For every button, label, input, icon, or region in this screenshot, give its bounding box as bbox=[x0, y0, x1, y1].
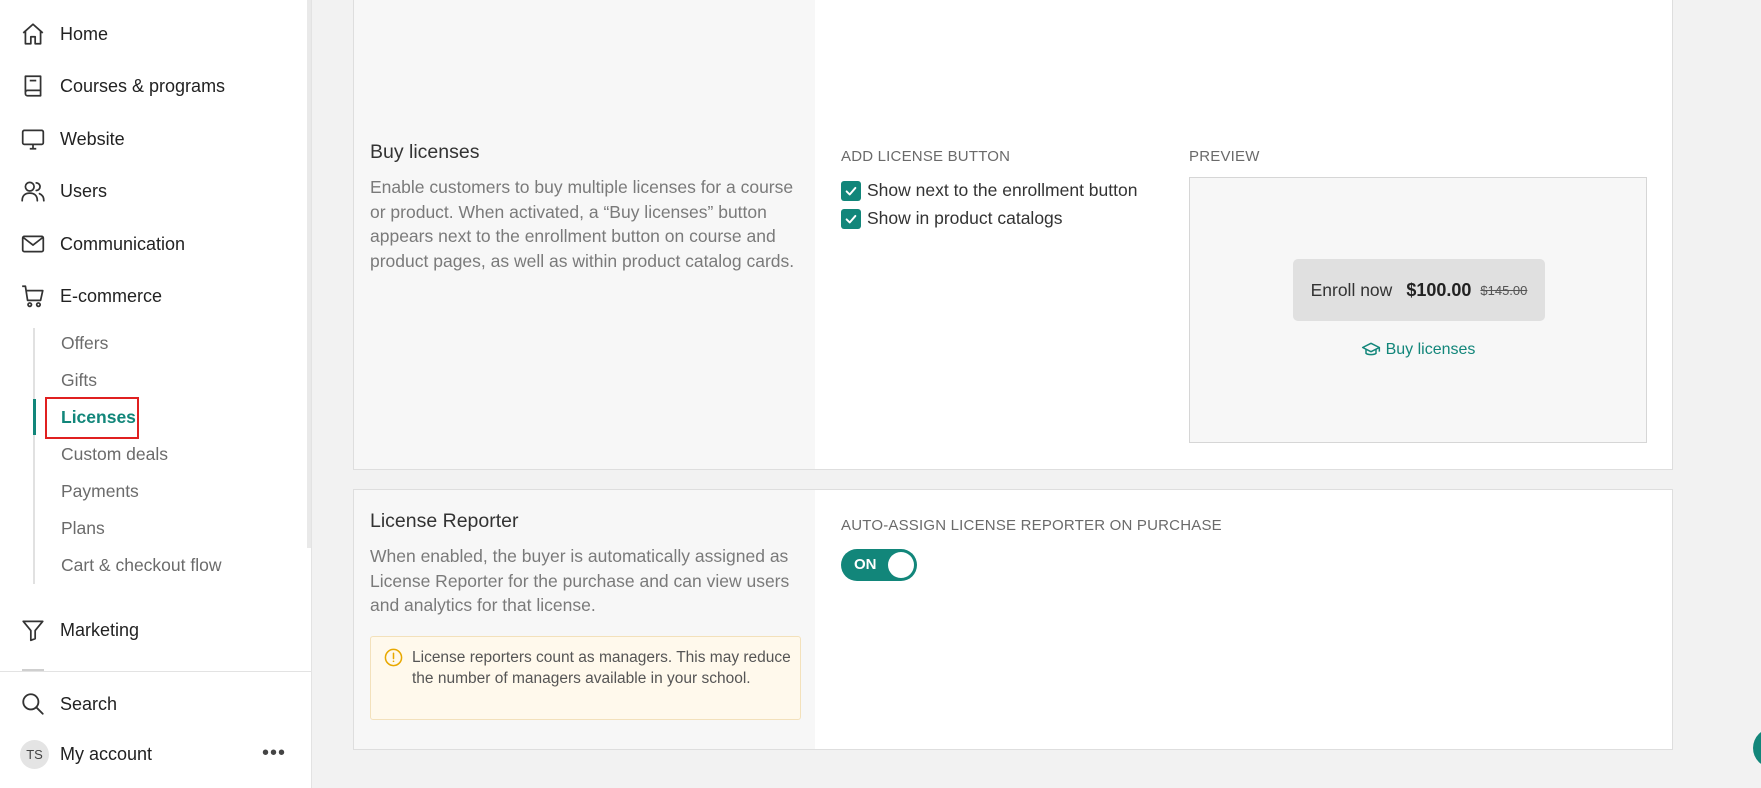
buy-licenses-title: Buy licenses bbox=[370, 141, 480, 163]
sidebar-item-label: Courses & programs bbox=[60, 75, 226, 96]
help-chat-button[interactable] bbox=[1753, 728, 1761, 768]
auto-assign-toggle[interactable]: ON bbox=[841, 549, 917, 581]
buy-licenses-description: Enable customers to buy multiple license… bbox=[370, 177, 795, 271]
sidebar-item-home[interactable]: Home bbox=[20, 18, 108, 50]
auto-assign-label: AUTO-ASSIGN LICENSE REPORTER ON PURCHASE bbox=[841, 517, 1222, 534]
sidebar-subitem-payments[interactable]: Payments bbox=[61, 478, 139, 504]
funnel-icon bbox=[20, 617, 46, 643]
sidebar-subitem-plans[interactable]: Plans bbox=[61, 515, 105, 541]
show-next-to-enrollment-checkbox[interactable]: Show next to the enrollment button bbox=[841, 180, 1137, 201]
avatar[interactable]: TS bbox=[20, 740, 49, 769]
sidebar-item-courses[interactable]: Courses & programs bbox=[20, 70, 225, 102]
buy-licenses-info-panel: Buy licenses Enable customers to buy mul… bbox=[354, 0, 815, 469]
search-button[interactable]: Search bbox=[20, 688, 117, 720]
search-icon bbox=[20, 691, 46, 717]
sidebar-subitem-custom-deals[interactable]: Custom deals bbox=[61, 441, 168, 467]
license-reporter-card: License Reporter When enabled, the buyer… bbox=[353, 489, 1673, 750]
book-icon bbox=[20, 73, 46, 99]
preview-label: PREVIEW bbox=[1189, 148, 1260, 165]
show-in-catalogs-checkbox[interactable]: Show in product catalogs bbox=[841, 208, 1063, 229]
sidebar-item-users[interactable]: Users bbox=[20, 175, 107, 207]
preview-box: Enroll now $100.00 $145.00 Buy licenses bbox=[1189, 177, 1647, 443]
monitor-icon bbox=[20, 126, 46, 152]
checkbox-checked-icon bbox=[841, 208, 861, 229]
sidebar-item-label: Home bbox=[60, 23, 109, 44]
sidebar-item-label: E-commerce bbox=[60, 285, 163, 306]
sidebar-item-label: Marketing bbox=[60, 619, 140, 640]
enroll-now-button-preview: Enroll now $100.00 $145.00 bbox=[1293, 259, 1545, 321]
search-label: Search bbox=[60, 693, 118, 714]
active-indicator bbox=[33, 399, 36, 435]
license-reporter-info-panel: License Reporter When enabled, the buyer… bbox=[354, 490, 815, 749]
cart-icon bbox=[20, 283, 46, 309]
highlight-box bbox=[45, 397, 139, 439]
warning-text: License reporters count as managers. Thi… bbox=[412, 649, 791, 687]
checkbox-checked-icon bbox=[841, 180, 861, 201]
sidebar: Home Courses & programs Website Users Co… bbox=[0, 0, 312, 788]
my-account-link[interactable]: My account bbox=[60, 744, 152, 765]
enroll-text: Enroll now bbox=[1310, 279, 1393, 300]
sidebar-subitem-cart-checkout[interactable]: Cart & checkout flow bbox=[61, 552, 221, 578]
sidebar-item-label: Website bbox=[60, 128, 125, 149]
toggle-knob bbox=[888, 552, 914, 578]
warning-callout: License reporters count as managers. Thi… bbox=[370, 636, 801, 720]
sidebar-scrollbar[interactable] bbox=[307, 0, 311, 548]
toggle-state-label: ON bbox=[854, 556, 877, 573]
buy-licenses-link-preview: Buy licenses bbox=[1190, 340, 1646, 360]
sidebar-item-ecommerce[interactable]: E-commerce bbox=[20, 280, 162, 312]
sidebar-item-label: Communication bbox=[60, 233, 186, 254]
sidebar-item-label: Users bbox=[60, 180, 108, 201]
enroll-price: $100.00 bbox=[1406, 279, 1472, 300]
warning-icon bbox=[384, 648, 403, 667]
sidebar-subitem-gifts[interactable]: Gifts bbox=[61, 367, 97, 393]
submenu-guide-line bbox=[33, 328, 35, 584]
enroll-old-price: $145.00 bbox=[1480, 282, 1528, 298]
add-license-button-label: ADD LICENSE BUTTON bbox=[841, 148, 1011, 165]
license-reporter-description: When enabled, the buyer is automatically… bbox=[370, 546, 790, 615]
checkbox-label: Show next to the enrollment button bbox=[867, 180, 1138, 200]
buy-licenses-link-text: Buy licenses bbox=[1385, 341, 1476, 358]
buy-licenses-card: Buy licenses Enable customers to buy mul… bbox=[353, 0, 1673, 470]
mail-icon bbox=[20, 231, 46, 257]
graduation-cap-icon bbox=[1361, 342, 1380, 356]
sidebar-item-website[interactable]: Website bbox=[20, 123, 125, 155]
license-reporter-title: License Reporter bbox=[370, 510, 519, 532]
checkbox-label: Show in product catalogs bbox=[867, 208, 1063, 228]
more-options-icon[interactable]: ••• bbox=[262, 742, 286, 765]
users-icon bbox=[20, 178, 46, 204]
home-icon bbox=[20, 21, 46, 47]
sidebar-subitem-offers[interactable]: Offers bbox=[61, 330, 108, 356]
sidebar-item-communication[interactable]: Communication bbox=[20, 228, 185, 260]
sidebar-item-marketing[interactable]: Marketing bbox=[20, 614, 139, 646]
